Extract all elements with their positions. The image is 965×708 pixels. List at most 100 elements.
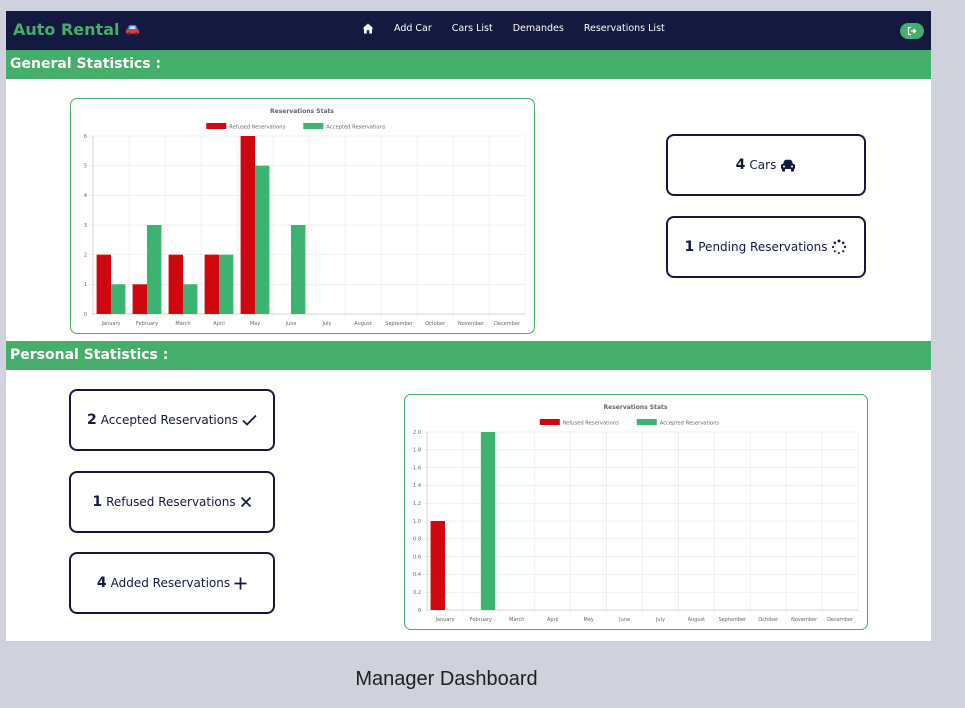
x-tick-label: August bbox=[354, 321, 372, 327]
x-tick-label: January bbox=[101, 321, 121, 327]
car-icon bbox=[780, 159, 796, 172]
nav-link-cars-list[interactable]: Cars List bbox=[452, 23, 493, 34]
plus-icon bbox=[234, 577, 247, 590]
x-tick-label: October bbox=[758, 617, 779, 623]
bar-0-1 bbox=[132, 284, 147, 314]
nav-link-add-car[interactable]: Add Car bbox=[394, 23, 432, 34]
x-tick-label: September bbox=[718, 617, 747, 623]
personal-reservations-chart: Reservations Stats Refused Reservations Ac… bbox=[404, 394, 868, 630]
x-tick-label: October bbox=[425, 321, 446, 327]
bar-0-3 bbox=[204, 254, 219, 314]
general-chart-svg: Reservations Stats Refused Reservations Ac… bbox=[84, 108, 526, 327]
cars-label: Cars bbox=[749, 158, 777, 172]
x-tick-label: December bbox=[494, 321, 521, 327]
x-tick-label: February bbox=[470, 617, 492, 623]
x-tick-label: March bbox=[175, 321, 190, 327]
x-icon bbox=[240, 496, 252, 508]
legend-label-1: Accepted Reservations bbox=[326, 125, 386, 131]
bar-0-4 bbox=[240, 136, 255, 314]
x-tick-label: July bbox=[322, 321, 332, 327]
bar-0-0 bbox=[430, 521, 445, 610]
pending-count: 1 bbox=[684, 239, 695, 255]
added-reservations-card: 4 Added Reservations bbox=[69, 552, 275, 614]
x-tick-label: November bbox=[791, 617, 818, 623]
bar-1-5 bbox=[291, 225, 306, 314]
spinner-icon bbox=[831, 239, 847, 255]
y-tick-label: 0 bbox=[418, 608, 421, 614]
bar-0-0 bbox=[96, 254, 111, 314]
x-tick-label: June bbox=[618, 617, 630, 623]
y-tick-label: 1.0 bbox=[413, 519, 421, 525]
y-tick-label: 6 bbox=[84, 134, 87, 140]
y-tick-label: 1.6 bbox=[413, 465, 421, 471]
home-icon[interactable] bbox=[362, 23, 374, 34]
nav-links: Add Car Cars List Demandes Reservations … bbox=[362, 23, 665, 34]
x-tick-label: September bbox=[385, 321, 414, 327]
brand[interactable]: Auto Rental bbox=[13, 20, 140, 39]
refused-count: 1 bbox=[92, 494, 103, 510]
y-tick-label: 0.4 bbox=[413, 572, 421, 578]
x-tick-label: May bbox=[583, 617, 593, 623]
cars-count: 4 bbox=[735, 157, 746, 173]
nav-link-demandes[interactable]: Demandes bbox=[513, 23, 564, 34]
personal-statistics-header: Personal Statistics : bbox=[6, 341, 931, 370]
brand-label: Auto Rental bbox=[13, 20, 120, 39]
personal-chart-svg: Reservations Stats Refused Reservations Ac… bbox=[413, 404, 859, 623]
x-tick-label: July bbox=[655, 617, 665, 623]
x-tick-label: January bbox=[434, 617, 454, 623]
check-icon bbox=[242, 414, 257, 426]
navbar: Auto Rental Add Car Cars List Demandes R… bbox=[6, 11, 931, 50]
bar-1-0 bbox=[111, 284, 126, 314]
legend-label-0: Refused Reservations bbox=[563, 421, 619, 427]
refused-reservations-card: 1 Refused Reservations bbox=[69, 471, 275, 533]
legend-swatch-0 bbox=[206, 123, 227, 129]
y-tick-label: 5 bbox=[84, 163, 87, 169]
y-tick-label: 1.8 bbox=[413, 448, 421, 454]
x-tick-label: December bbox=[827, 617, 854, 623]
added-label: Added Reservations bbox=[110, 576, 231, 590]
cars-stat-card: 4 Cars bbox=[666, 134, 866, 196]
x-tick-label: November bbox=[458, 321, 485, 327]
y-tick-label: 2.0 bbox=[413, 430, 421, 436]
bar-1-1 bbox=[480, 432, 496, 610]
y-tick-label: 4 bbox=[84, 193, 87, 199]
y-tick-label: 0 bbox=[84, 312, 87, 318]
x-tick-label: April bbox=[213, 321, 224, 327]
pending-label: Pending Reservations bbox=[698, 240, 828, 254]
x-tick-label: April bbox=[547, 617, 558, 623]
y-tick-label: 0.6 bbox=[413, 554, 421, 560]
car-icon bbox=[125, 23, 140, 37]
accepted-label: Accepted Reservations bbox=[100, 413, 238, 427]
x-tick-label: June bbox=[285, 321, 297, 327]
y-tick-label: 1 bbox=[84, 282, 87, 288]
bar-1-3 bbox=[219, 254, 234, 314]
y-tick-label: 3 bbox=[84, 223, 87, 229]
added-count: 4 bbox=[96, 575, 107, 591]
y-tick-label: 0.2 bbox=[413, 590, 421, 596]
page-caption: Manager Dashboard bbox=[355, 668, 538, 690]
x-tick-label: February bbox=[136, 321, 158, 327]
accepted-reservations-card: 2 Accepted Reservations bbox=[69, 389, 275, 451]
accepted-count: 2 bbox=[87, 412, 97, 428]
bar-1-2 bbox=[183, 284, 198, 314]
bar-1-4 bbox=[255, 165, 270, 314]
general-statistics-header: General Statistics : bbox=[6, 50, 931, 79]
y-tick-label: 0.8 bbox=[413, 537, 421, 543]
x-tick-label: May bbox=[250, 321, 260, 327]
x-tick-label: August bbox=[688, 617, 706, 623]
bar-0-2 bbox=[168, 254, 183, 314]
logout-icon bbox=[907, 26, 917, 36]
y-tick-label: 1.2 bbox=[413, 501, 421, 507]
legend-swatch-1 bbox=[636, 419, 657, 425]
y-tick-label: 2 bbox=[84, 252, 87, 258]
legend-swatch-0 bbox=[539, 419, 560, 425]
bar-1-1 bbox=[147, 225, 162, 314]
nav-link-reservations-list[interactable]: Reservations List bbox=[584, 23, 665, 34]
x-tick-label: March bbox=[509, 617, 524, 623]
refused-label: Refused Reservations bbox=[106, 495, 236, 509]
y-tick-label: 1.4 bbox=[413, 483, 421, 489]
app-frame: Auto Rental Add Car Cars List Demandes R… bbox=[6, 11, 931, 641]
general-reservations-chart: Reservations Stats Refused Reservations Ac… bbox=[70, 98, 535, 334]
legend-swatch-1 bbox=[303, 123, 324, 129]
logout-button[interactable] bbox=[900, 23, 924, 39]
